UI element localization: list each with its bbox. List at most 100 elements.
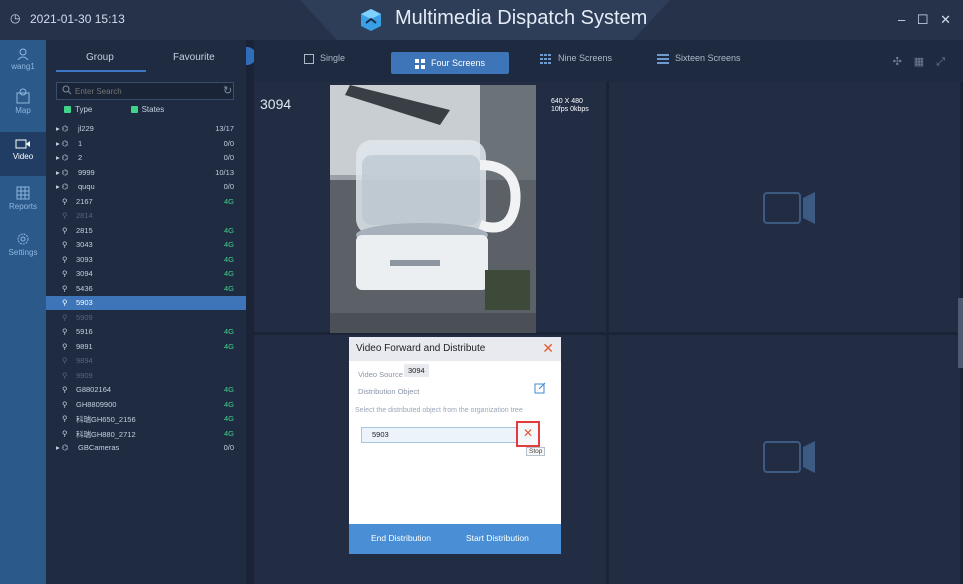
tab-sixteen-screens[interactable]: Sixteen Screens	[657, 53, 741, 69]
dialog-title: Video Forward and Distribute	[356, 343, 486, 354]
screen-label: 3094	[260, 96, 292, 112]
user-icon: ⚲	[62, 370, 68, 380]
checkbox-icon	[130, 106, 138, 114]
tree-row[interactable]: ⚲ 9909	[46, 369, 246, 383]
kettle-image	[330, 85, 536, 333]
tree-row-count: 4G	[223, 385, 234, 394]
tree-row-count: 13/17	[215, 124, 234, 133]
active-tab-indicator	[56, 70, 146, 72]
resolution-text: 640 X 480	[551, 98, 583, 105]
tree-row-label: GBCameras	[78, 443, 120, 452]
close-icon[interactable]: ✕	[542, 340, 554, 357]
user-icon: ⚲	[62, 399, 68, 409]
tree-row[interactable]: ⚲ 2814	[46, 209, 246, 223]
tab-favourite[interactable]: Favourite	[173, 52, 215, 63]
video-cell-2[interactable]	[609, 82, 960, 332]
tab-nine-screens[interactable]: Nine Screens	[540, 53, 612, 69]
tree-row[interactable]: ⚲ 3093 4G	[46, 253, 246, 267]
nav-settings[interactable]: Settings	[0, 232, 46, 257]
dialog-footer: End Distribution Start Distribution	[349, 524, 561, 554]
user-icon: ⚲	[62, 298, 68, 307]
tree-row[interactable]: ⚲ 2167 4G	[46, 195, 246, 209]
device-panel: Group Favourite ↻ Type States ▸ ⌬jl22913…	[46, 40, 246, 584]
distribute-dialog: Video Forward and Distribute ✕ Video Sou…	[349, 337, 561, 554]
tab-single[interactable]: Single	[304, 53, 345, 69]
app-title: Multimedia Dispatch System	[395, 7, 648, 29]
clock-icon: ◷	[10, 11, 21, 25]
tree-row[interactable]: ▸ ⌬ jl229 13/17	[46, 122, 246, 136]
top-bar: ◷ 2021-01-30 15:13 Multimedia Dispatch S…	[0, 0, 963, 40]
tree-row[interactable]: ⚲ 科瑞GH880_2712 4G	[46, 427, 246, 441]
video-source-label: Video Source	[358, 370, 403, 379]
search-input[interactable]	[75, 83, 225, 99]
tree-row[interactable]: ⚲ 科瑞GH650_2156 4G	[46, 412, 246, 426]
tree-row-label: 9891	[76, 341, 93, 351]
user-icon: ⚲	[62, 211, 68, 220]
tree-row[interactable]: ▸ ⌬ ququ 0/0	[46, 180, 246, 194]
layout-grid-icon[interactable]: ▦	[914, 56, 936, 68]
tree-row[interactable]: ⚲ 9894	[46, 354, 246, 368]
right-scrollbar[interactable]	[958, 298, 963, 368]
distribution-item-label: 5903	[372, 430, 389, 439]
tree-row[interactable]: ⚲ 5916 4G	[46, 325, 246, 339]
user-avatar[interactable]: wang1	[0, 48, 46, 71]
stream-stats: 10fps 0kbps	[551, 106, 589, 113]
tree-row-label: 9909	[76, 370, 93, 380]
tab-group[interactable]: Group	[86, 52, 114, 63]
tree-row[interactable]: ⚲ 5436 4G	[46, 282, 246, 296]
user-icon: ⚲	[62, 356, 68, 365]
nine-screens-icon	[540, 53, 551, 64]
stop-button[interactable]: ✕	[516, 421, 540, 447]
tab-four-screens[interactable]: Four Screens	[391, 52, 510, 74]
group-icon: ▸ ⌬	[56, 138, 69, 148]
tree-row-count: 4G	[223, 428, 234, 438]
window-controls[interactable]: – ☐ ✕	[898, 12, 955, 28]
tree-row-label: 5903	[76, 298, 93, 307]
tree-row[interactable]: ⚲ 3094 4G	[46, 267, 246, 281]
video-source-value: 3094	[404, 364, 429, 377]
video-cell-4[interactable]	[609, 335, 960, 584]
tree-row[interactable]: ▸ ⌬ 1 0/0	[46, 137, 246, 151]
tree-row[interactable]: ▸ ⌬ 2 0/0	[46, 151, 246, 165]
nav-video[interactable]: Video	[0, 132, 46, 176]
group-icon: ▸ ⌬	[56, 443, 69, 452]
tree-row[interactable]: ⚲ 5909	[46, 311, 246, 325]
tree-row[interactable]: ▸ ⌬ GBCameras 0/0	[46, 441, 246, 455]
group-icon: ▸ ⌬	[56, 124, 69, 133]
tree-row-count: 4G	[223, 269, 234, 278]
user-icon: ⚲	[62, 269, 68, 278]
edit-icon[interactable]	[534, 382, 546, 394]
tree-row-count: 4G	[223, 341, 234, 351]
tree-row[interactable]: ⚲ G8802164 4G	[46, 383, 246, 397]
toolbar-right-icons: ✣▦⤢	[893, 55, 957, 69]
end-distribution-button[interactable]: End Distribution	[371, 533, 431, 543]
nav-reports[interactable]: Reports	[0, 186, 46, 211]
tree-row-count: 4G	[223, 414, 234, 423]
states-filter[interactable]: States	[130, 105, 164, 114]
search-icon	[62, 85, 72, 95]
tree-row[interactable]: ⚲ 9891 4G	[46, 340, 246, 354]
user-icon: ⚲	[62, 225, 68, 235]
video-cell-1[interactable]: 3094 640 X 480 10fps 0kbps	[254, 82, 606, 333]
start-distribution-button[interactable]: Start Distribution	[466, 533, 529, 543]
tree-row-label: 2815	[76, 225, 93, 235]
distribution-item[interactable]: 5903	[361, 427, 523, 443]
tree-row-label: 3093	[76, 254, 93, 264]
tree-row-label: 3094	[76, 269, 93, 278]
type-filter[interactable]: Type	[64, 105, 92, 114]
tree-row[interactable]: ⚲ GH8809900 4G	[46, 398, 246, 412]
datetime: 2021-01-30 15:13	[30, 12, 125, 26]
refresh-icon[interactable]: ↻	[223, 84, 232, 97]
tree-row[interactable]: ⚲ 5903	[46, 296, 246, 310]
tree-row-count: 4G	[223, 225, 234, 235]
tree-row[interactable]: ⚲ 3043 4G	[46, 238, 246, 252]
left-nav: wang1 Map Video Reports Settings	[0, 40, 46, 584]
settings-icon	[17, 233, 29, 245]
tree-row-label: 科瑞GH650_2156	[76, 415, 136, 424]
tree-row[interactable]: ⚲ 2815 4G	[46, 224, 246, 238]
fullscreen-icon[interactable]: ⤢	[936, 56, 957, 68]
pin-icon[interactable]: ✣	[893, 56, 914, 68]
nav-map[interactable]: Map	[0, 88, 46, 115]
tree-row-label: 科瑞GH880_2712	[76, 429, 136, 439]
tree-row[interactable]: ▸ ⌬ 9999 10/13	[46, 166, 246, 180]
